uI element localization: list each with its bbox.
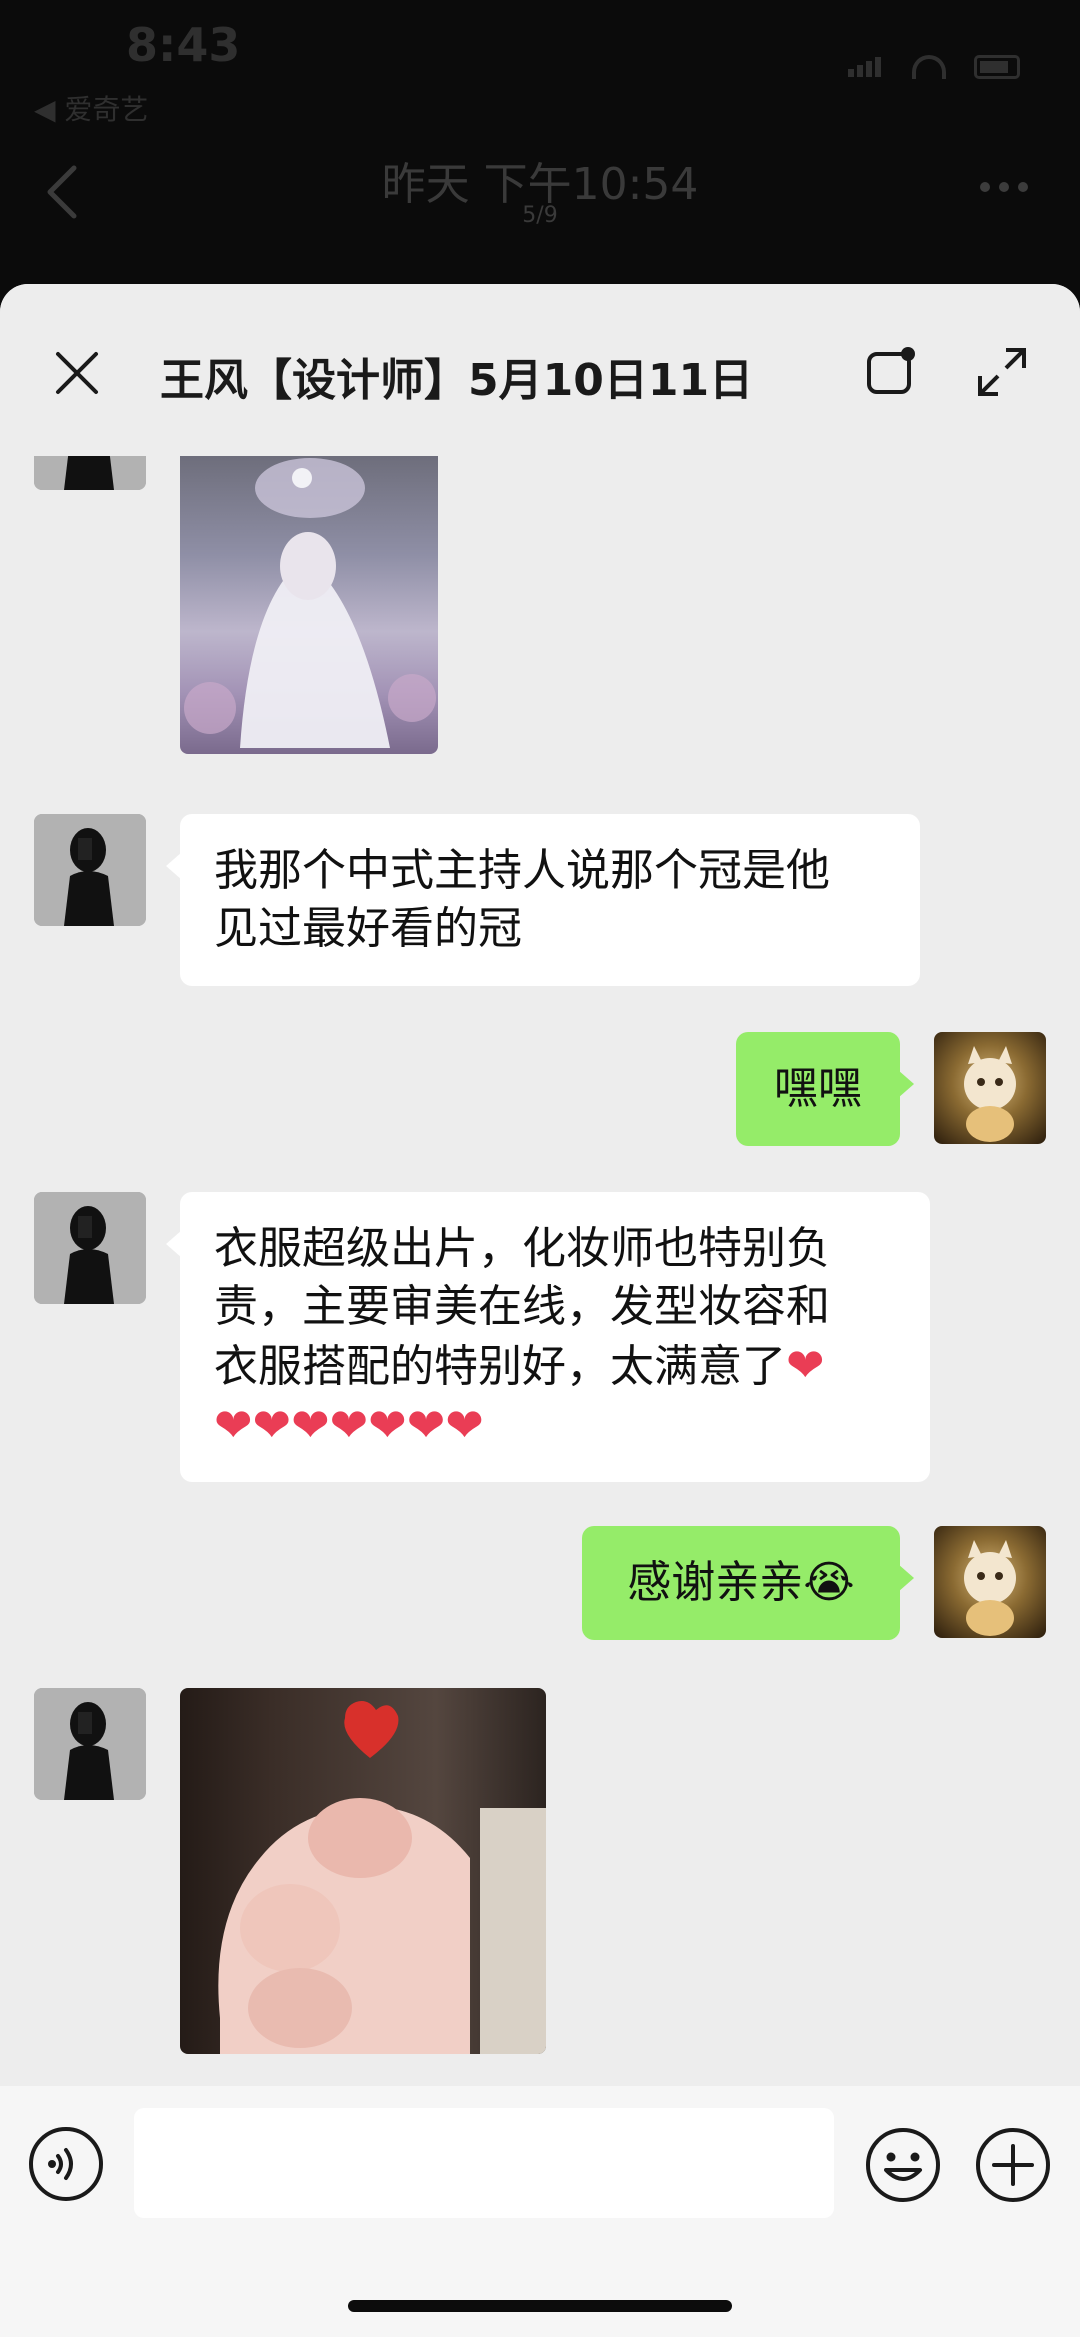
chat-sheet: 王风【设计师】5月10日11日 我那个中式主持人说那个冠是他 见过最好看的冠 嘿… (0, 284, 1080, 2337)
status-time: 8:43 (126, 18, 241, 72)
cat-avatar-icon (964, 1046, 1016, 1142)
home-indicator[interactable] (348, 2300, 732, 2312)
girl-avatar-icon (34, 1688, 146, 1800)
girl-avatar-icon (34, 814, 146, 926)
message-bubble[interactable]: 衣服超级出片，化妆师也特别负 责，主要审美在线，发型妆容和 衣服搭配的特别好，太… (166, 1192, 930, 1482)
message-bubble[interactable]: 感谢亲亲😭 (582, 1526, 914, 1640)
message-line: 衣服搭配的特别好，太满意了❤ (214, 1338, 825, 1392)
chat-title: 王风【设计师】5月10日11日 (160, 355, 754, 406)
message-line: 衣服超级出片，化妆师也特别负 (214, 1223, 830, 1274)
floating-window-icon[interactable] (866, 346, 916, 396)
message-bubble[interactable]: 我那个中式主持人说那个冠是他 见过最好看的冠 (166, 814, 920, 986)
message-line: 我那个中式主持人说那个冠是他 (214, 845, 830, 896)
wedding-photo[interactable] (180, 448, 438, 754)
avatar[interactable] (34, 1688, 146, 1800)
status-icons (848, 55, 1020, 79)
signal-icon (848, 57, 884, 77)
message-bubble[interactable]: 嘿嘿 (736, 1032, 914, 1146)
cat-avatar-icon (964, 1540, 1016, 1636)
hearts-row: ❤❤❤❤❤❤❤ (214, 1398, 484, 1452)
plus-icon[interactable] (974, 2126, 1052, 2204)
chat-header: 王风【设计师】5月10日11日 (0, 284, 1080, 456)
avatar[interactable] (934, 1032, 1046, 1144)
message-input[interactable] (134, 2108, 834, 2218)
wifi-icon (912, 55, 946, 79)
back-to-app-link[interactable]: ◀ 爱奇艺 (34, 88, 148, 128)
heart-emoji-icon: ❤ (786, 1338, 825, 1392)
emoji-icon[interactable] (864, 2126, 942, 2204)
avatar[interactable] (934, 1526, 1046, 1638)
message-line: 见过最好看的冠 (214, 903, 522, 954)
girl-avatar-icon (34, 1192, 146, 1304)
status-bar: 8:43 ◀ 爱奇艺 (0, 0, 1080, 130)
message-line: 责，主要审美在线，发型妆容和 (214, 1281, 830, 1332)
close-icon[interactable] (54, 350, 100, 396)
viewer-counter: 5/9 (522, 203, 558, 228)
avatar[interactable] (34, 814, 146, 926)
more-dots-icon[interactable] (980, 182, 1028, 192)
message-line: 嘿嘿 (774, 1063, 862, 1114)
avatar[interactable] (34, 1192, 146, 1304)
message-line: 感谢亲亲😭 (627, 1557, 855, 1608)
battery-icon (974, 55, 1020, 79)
message-list[interactable]: 我那个中式主持人说那个冠是他 见过最好看的冠 嘿嘿 衣服超级出片，化妆师也特别负… (0, 378, 1080, 2337)
baby-hand-photo[interactable] (180, 1688, 546, 2054)
expand-icon[interactable] (976, 346, 1028, 398)
voice-icon[interactable] (28, 2126, 104, 2202)
input-bar (0, 2086, 1080, 2337)
